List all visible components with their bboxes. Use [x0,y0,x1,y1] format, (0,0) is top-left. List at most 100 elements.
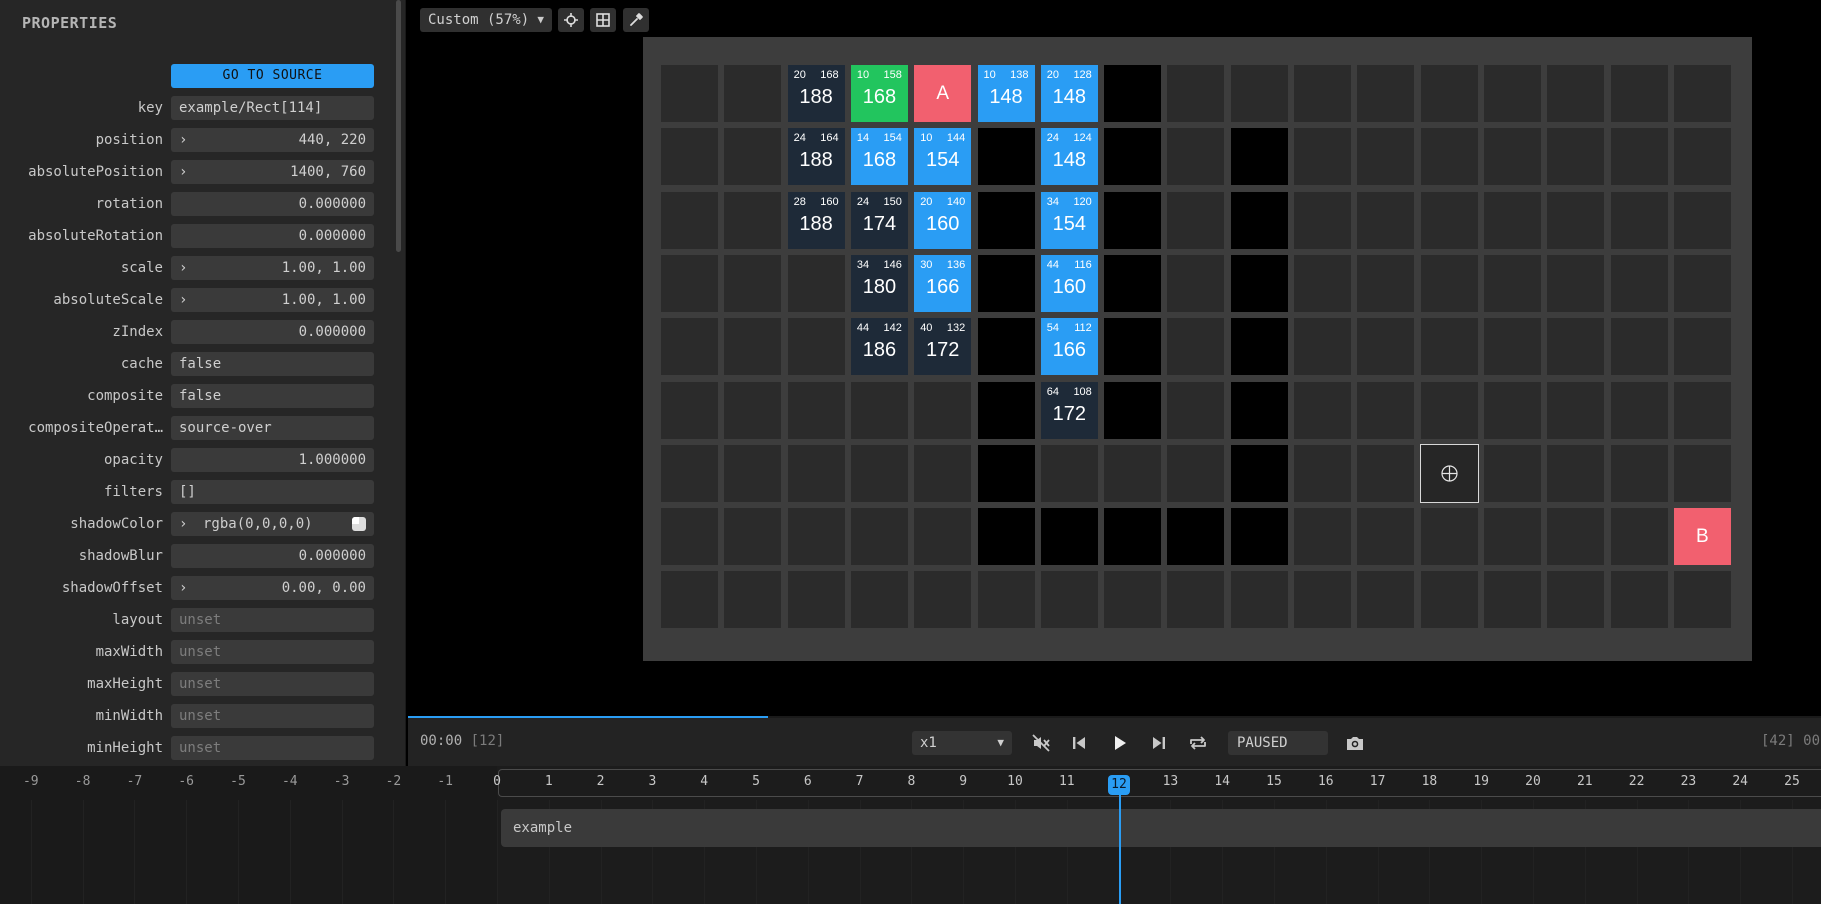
camera-icon[interactable] [1344,732,1366,754]
wall-cell[interactable] [977,508,1035,566]
wall-cell[interactable] [977,318,1035,376]
empty-cell[interactable] [1167,571,1225,629]
empty-cell[interactable] [914,444,972,502]
properties-scrollbar[interactable] [396,0,401,252]
play-icon[interactable] [1108,732,1130,754]
empty-cell[interactable] [661,65,718,122]
wall-cell[interactable] [1104,128,1162,186]
empty-cell[interactable] [724,571,782,629]
property-value-field[interactable]: 0.000000 [171,224,374,248]
zoom-select[interactable]: Custom (57%) ▼ [420,8,552,32]
empty-cell[interactable] [1167,191,1225,249]
empty-cell[interactable] [1357,65,1415,122]
wall-cell[interactable] [1230,381,1288,439]
empty-cell[interactable] [1420,571,1478,629]
property-value-field[interactable]: 1.000000 [171,448,374,472]
empty-cell[interactable] [1547,508,1605,566]
empty-cell[interactable] [1294,65,1351,122]
empty-cell[interactable] [1294,381,1351,439]
property-value-field[interactable]: › 0.00, 0.00 [171,576,374,600]
empty-cell[interactable] [1167,444,1225,502]
wall-cell[interactable] [1230,191,1288,249]
search-node-cell[interactable]: 24 150 174 [850,191,908,249]
grid-button[interactable] [590,8,616,32]
search-node-cell[interactable]: 40 132 172 [914,318,972,376]
empty-cell[interactable] [1483,65,1541,122]
wall-cell[interactable] [977,191,1035,249]
empty-cell[interactable] [724,508,782,566]
empty-cell[interactable] [724,191,782,249]
empty-cell[interactable] [977,571,1035,629]
property-value-field[interactable]: unset [171,672,374,696]
cursor-cell[interactable] [1419,443,1479,503]
empty-cell[interactable] [1547,444,1605,502]
empty-cell[interactable] [661,191,718,249]
empty-cell[interactable] [787,318,845,376]
empty-cell[interactable] [661,571,718,629]
mute-icon[interactable] [1030,732,1052,754]
empty-cell[interactable] [787,571,845,629]
empty-cell[interactable] [850,571,908,629]
empty-cell[interactable] [1547,381,1605,439]
empty-cell[interactable] [1483,254,1541,312]
empty-cell[interactable] [1420,318,1478,376]
empty-cell[interactable] [850,444,908,502]
empty-cell[interactable] [1294,508,1351,566]
search-node-cell[interactable]: 24 124 148 [1040,128,1098,186]
empty-cell[interactable] [724,381,782,439]
empty-cell[interactable] [1547,191,1605,249]
empty-cell[interactable] [1167,128,1225,186]
wall-cell[interactable] [1040,508,1098,566]
empty-cell[interactable] [1547,128,1605,186]
empty-cell[interactable] [1294,191,1351,249]
empty-cell[interactable] [1483,318,1541,376]
start-cell[interactable]: A [914,65,972,122]
empty-cell[interactable] [1547,318,1605,376]
loop-icon[interactable] [1187,732,1209,754]
prev-frame-icon[interactable] [1068,732,1090,754]
empty-cell[interactable] [787,254,845,312]
chevron-right-icon[interactable]: › [179,160,187,184]
empty-cell[interactable] [1610,318,1668,376]
search-node-cell[interactable]: 14 154 168 [850,128,908,186]
property-value-field[interactable]: › 1.00, 1.00 [171,256,374,280]
wall-cell[interactable] [1230,254,1288,312]
wall-cell[interactable] [1104,381,1162,439]
search-node-cell[interactable]: 10 138 148 [977,65,1035,122]
wall-cell[interactable] [977,381,1035,439]
empty-cell[interactable] [1104,571,1162,629]
empty-cell[interactable] [724,254,782,312]
empty-cell[interactable] [1040,571,1098,629]
empty-cell[interactable] [914,381,972,439]
empty-cell[interactable] [1357,444,1415,502]
empty-cell[interactable] [1420,191,1478,249]
search-node-cell[interactable]: 20 140 160 [914,191,972,249]
property-value-field[interactable]: example/Rect[114] [171,96,374,120]
empty-cell[interactable] [724,128,782,186]
empty-cell[interactable] [1357,381,1415,439]
search-node-cell[interactable]: 44 116 160 [1040,254,1098,312]
empty-cell[interactable] [850,381,908,439]
color-swatch[interactable] [352,517,366,531]
empty-cell[interactable] [1357,571,1415,629]
empty-cell[interactable] [1294,254,1351,312]
empty-cell[interactable] [1230,65,1288,122]
empty-cell[interactable] [1483,191,1541,249]
empty-cell[interactable] [1420,381,1478,439]
empty-cell[interactable] [1357,254,1415,312]
empty-cell[interactable] [850,508,908,566]
empty-cell[interactable] [914,508,972,566]
wall-cell[interactable] [1104,65,1162,122]
empty-cell[interactable] [1547,254,1605,312]
empty-cell[interactable] [1483,508,1541,566]
next-frame-icon[interactable] [1148,732,1170,754]
chevron-right-icon[interactable]: › [179,512,187,536]
empty-cell[interactable] [1420,128,1478,186]
empty-cell[interactable] [1294,444,1351,502]
scene-canvas[interactable]: 20 168 188 10 158 168 A 10 138 148 20 128 148 24 164 18… [643,37,1752,661]
empty-cell[interactable] [1483,444,1541,502]
empty-cell[interactable] [1167,318,1225,376]
empty-cell[interactable] [1610,191,1668,249]
empty-cell[interactable] [1610,508,1668,566]
empty-cell[interactable] [1610,128,1668,186]
